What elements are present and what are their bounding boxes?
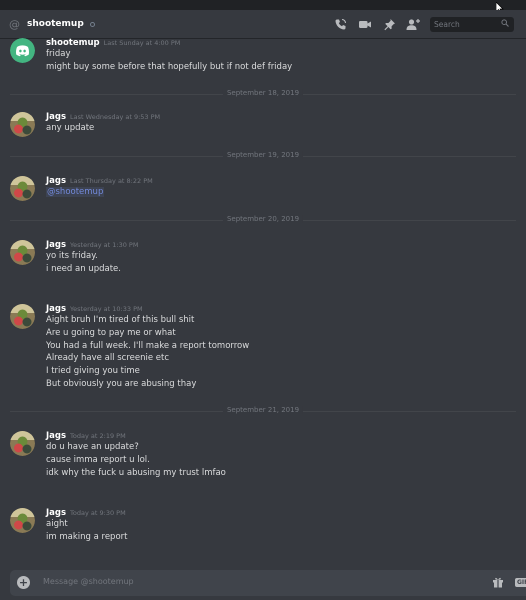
message-timestamp: Last Thursday at 8:22 PM <box>70 177 153 185</box>
message-line: im making a report <box>46 531 128 542</box>
message-line: i need an update. <box>46 263 121 274</box>
message-line: any update <box>46 123 95 133</box>
date-divider: September 21, 2019 <box>10 406 516 414</box>
message-author[interactable]: Jags Last Wednesday at 9:53 PM <box>46 112 160 122</box>
user-avatar[interactable] <box>10 112 35 137</box>
author-name: Jags <box>46 240 67 250</box>
date-divider-label: September 21, 2019 <box>222 406 304 414</box>
at-icon: @ <box>9 17 20 31</box>
message-timestamp: Today at 9:30 PM <box>70 509 126 517</box>
author-name: Jags <box>46 508 67 518</box>
user-avatar[interactable] <box>10 431 35 456</box>
user-avatar[interactable] <box>10 240 35 265</box>
search-input[interactable]: Search <box>430 17 514 32</box>
message-content: do u have an update? cause imma report u… <box>46 441 226 479</box>
message-content: aight im making a report <box>46 518 127 544</box>
message-composer[interactable]: + Message @shootemup GIF <box>10 570 526 596</box>
message-line: aight <box>46 519 68 529</box>
gif-button[interactable]: GIF <box>515 578 526 587</box>
video-call-icon[interactable] <box>358 18 372 31</box>
message-content: any update <box>46 122 94 135</box>
author-name: Jags <box>46 431 67 441</box>
message-content: Aight bruh I'm tired of this bull shit A… <box>46 314 249 391</box>
offline-status-icon <box>89 21 95 27</box>
gift-icon[interactable] <box>492 576 504 588</box>
message-author[interactable]: Jags Yesterday at 10:33 PM <box>46 304 143 314</box>
message-author[interactable]: shootemup Last Sunday at 4:00 PM <box>46 38 180 48</box>
date-divider-label: September 20, 2019 <box>222 215 304 223</box>
message-line: do u have an update? <box>46 442 139 452</box>
message-author[interactable]: Jags Last Thursday at 8:22 PM <box>46 176 153 186</box>
date-divider-label: September 18, 2019 <box>222 89 304 97</box>
message-line: Are u going to pay me or what <box>46 327 176 338</box>
message-content: yo its friday. i need an update. <box>46 250 121 276</box>
message-timestamp: Last Sunday at 4:00 PM <box>103 39 181 47</box>
date-divider: September 19, 2019 <box>10 151 516 159</box>
user-avatar[interactable] <box>10 304 35 329</box>
discord-logo-avatar[interactable] <box>10 38 35 63</box>
message-line: I tried giving you time <box>46 366 140 377</box>
author-name: shootemup <box>46 38 100 48</box>
date-divider: September 18, 2019 <box>10 89 516 97</box>
user-avatar[interactable] <box>10 176 35 201</box>
window-titlebar <box>0 0 526 10</box>
author-name: Jags <box>46 112 67 122</box>
author-name: Jags <box>46 304 67 314</box>
user-mention[interactable]: @shootemup <box>46 187 105 197</box>
message-line: You had a full week. I'll make a report … <box>46 340 250 351</box>
message-line: But obviously you are abusing thay <box>46 378 197 389</box>
message-author[interactable]: Jags Today at 9:30 PM <box>46 508 126 518</box>
message-line: friday <box>46 49 71 59</box>
message-line: cause imma report u lol. <box>46 454 150 465</box>
message-content: @shootemup <box>46 186 105 199</box>
message-input[interactable]: Message @shootemup <box>43 577 134 586</box>
message-line: Already have all screenie etc <box>46 353 170 364</box>
pin-icon[interactable] <box>383 18 396 31</box>
message-line: yo its friday. <box>46 251 98 261</box>
date-divider: September 20, 2019 <box>10 215 516 223</box>
message-line: might buy some before that hopefully but… <box>46 61 293 72</box>
search-icon <box>501 19 509 27</box>
add-friend-icon[interactable] <box>406 18 421 31</box>
message-timestamp: Last Wednesday at 9:53 PM <box>70 113 161 121</box>
message-timestamp: Today at 2:19 PM <box>70 432 126 440</box>
search-placeholder: Search <box>434 20 460 29</box>
message-timestamp: Yesterday at 10:33 PM <box>70 305 143 313</box>
message-author[interactable]: Jags Yesterday at 1:30 PM <box>46 240 138 250</box>
date-divider-label: September 19, 2019 <box>222 151 304 159</box>
message-list[interactable]: shootemup Last Sunday at 4:00 PM friday m… <box>0 38 526 566</box>
author-name: Jags <box>46 176 67 186</box>
message-author[interactable]: Jags Today at 2:19 PM <box>46 431 126 441</box>
channel-header: @ shootemup Search <box>0 10 526 38</box>
user-avatar[interactable] <box>10 508 35 533</box>
message-line: @shootemup <box>46 186 105 199</box>
message-line: Aight bruh I'm tired of this bull shit <box>46 315 195 325</box>
message-content: friday might buy some before that hopefu… <box>46 48 292 74</box>
message-timestamp: Yesterday at 1:30 PM <box>70 241 139 249</box>
phone-call-icon[interactable] <box>334 18 347 31</box>
channel-name: shootemup <box>27 19 84 29</box>
message-line: idk why the fuck u abusing my trust lmfa… <box>46 467 226 478</box>
add-attachment-button[interactable]: + <box>17 576 30 589</box>
